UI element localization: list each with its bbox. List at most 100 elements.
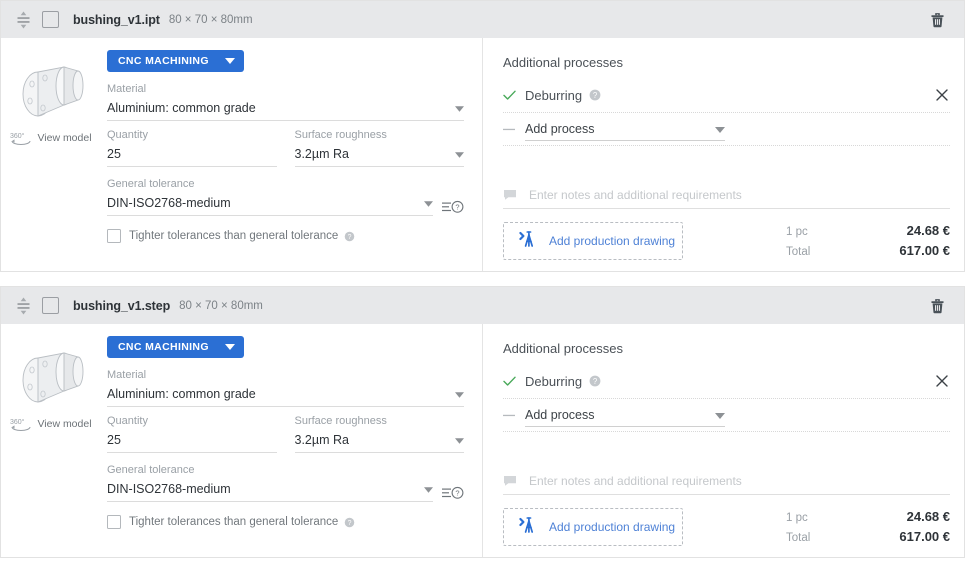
- part-form: CNC MACHINING Material Aluminium: common…: [101, 336, 482, 558]
- part-file-name: bushing_v1.ipt: [73, 13, 160, 27]
- add-production-drawing-button[interactable]: Add production drawing: [503, 222, 683, 260]
- additional-processes-pane: Additional processes Deburring ?: [483, 38, 964, 272]
- chevron-down-icon: [225, 341, 235, 353]
- part-card-body: 360° View model CNC MACHINING: [1, 324, 964, 558]
- part-configuration-pane: 360° View model CNC MACHINING: [1, 38, 483, 272]
- unit-price-row: 1 pc 24.68 €: [786, 223, 950, 243]
- part-configurator-list: bushing_v1.ipt 80 × 70 × 80mm: [0, 0, 965, 570]
- part-card-header: bushing_v1.ipt 80 × 70 × 80mm: [1, 1, 964, 38]
- unit-price-label: 1 pc: [786, 226, 878, 238]
- tighter-tolerances-checkbox[interactable]: [107, 515, 121, 529]
- notes-input[interactable]: Enter notes and additional requirements: [503, 181, 950, 209]
- material-field[interactable]: Material Aluminium: common grade: [107, 367, 464, 407]
- help-icon[interactable]: ?: [344, 517, 355, 528]
- view-model-button[interactable]: 360° View model: [10, 417, 91, 431]
- part-card-header: bushing_v1.step 80 × 70 × 80mm: [1, 287, 964, 324]
- tighter-tolerances-checkbox[interactable]: [107, 229, 121, 243]
- drafting-compass-icon: [517, 229, 537, 254]
- add-production-drawing-button[interactable]: Add production drawing: [503, 508, 683, 546]
- general-tolerance-field[interactable]: General tolerance DIN-ISO2768-medium: [107, 176, 433, 216]
- part-dimensions: 80 × 70 × 80mm: [169, 14, 253, 26]
- drafting-compass-icon: [517, 515, 537, 540]
- notes-input[interactable]: Enter notes and additional requirements: [503, 467, 950, 495]
- general-tolerance-label: General tolerance: [107, 462, 433, 478]
- close-icon[interactable]: [936, 89, 948, 101]
- close-icon[interactable]: [936, 375, 948, 387]
- check-icon: [503, 90, 521, 101]
- chevron-down-icon: [715, 120, 725, 138]
- material-label: Material: [107, 367, 464, 383]
- surface-roughness-field[interactable]: Surface roughness 3.2µm Ra: [295, 127, 465, 167]
- part-select-checkbox[interactable]: [42, 297, 59, 314]
- notes-placeholder: Enter notes and additional requirements: [529, 188, 742, 202]
- view-model-button[interactable]: 360° View model: [10, 131, 91, 145]
- help-icon[interactable]: ?: [589, 89, 601, 101]
- price-summary: 1 pc 24.68 € Total 617.00 €: [786, 508, 950, 549]
- general-tolerance-label: General tolerance: [107, 176, 433, 192]
- chevron-down-icon: [455, 106, 464, 112]
- material-value: Aluminium: common grade: [107, 97, 449, 120]
- tolerance-list-help-icon[interactable]: ?: [442, 200, 464, 214]
- part-configuration-pane: 360° View model CNC MACHINING: [1, 324, 483, 558]
- part-card: bushing_v1.ipt 80 × 70 × 80mm: [0, 0, 965, 272]
- 3d-part-thumbnail[interactable]: [12, 342, 90, 412]
- svg-text:?: ?: [348, 520, 352, 527]
- view-model-label: View model: [37, 418, 91, 430]
- view-model-label: View model: [37, 132, 91, 144]
- trash-icon[interactable]: [926, 9, 948, 31]
- technology-select[interactable]: CNC MACHINING: [107, 50, 244, 72]
- unit-price-value: 24.68 €: [878, 223, 950, 238]
- svg-text:360°: 360°: [10, 132, 25, 140]
- unit-price-value: 24.68 €: [878, 509, 950, 524]
- surface-roughness-field[interactable]: Surface roughness 3.2µm Ra: [295, 413, 465, 453]
- svg-text:?: ?: [455, 489, 459, 498]
- trash-icon[interactable]: [926, 295, 948, 317]
- svg-text:?: ?: [455, 203, 459, 212]
- technology-select[interactable]: CNC MACHINING: [107, 336, 244, 358]
- drag-updown-icon[interactable]: [13, 295, 33, 317]
- total-price-row: Total 617.00 €: [786, 243, 950, 263]
- notes-placeholder: Enter notes and additional requirements: [529, 474, 742, 488]
- tighter-tolerances-row[interactable]: Tighter tolerances than general toleranc…: [107, 515, 464, 529]
- additional-processes-title: Additional processes: [503, 55, 950, 70]
- surface-roughness-value: 3.2µm Ra: [295, 143, 450, 166]
- general-tolerance-value: DIN-ISO2768-medium: [107, 478, 418, 501]
- general-tolerance-field[interactable]: General tolerance DIN-ISO2768-medium: [107, 462, 433, 502]
- general-tolerance-value: DIN-ISO2768-medium: [107, 192, 418, 215]
- add-process-select[interactable]: Add process: [525, 404, 725, 427]
- tighter-tolerances-row[interactable]: Tighter tolerances than general toleranc…: [107, 229, 464, 243]
- comment-icon: [503, 475, 517, 487]
- help-icon[interactable]: ?: [589, 375, 601, 387]
- part-select-checkbox[interactable]: [42, 11, 59, 28]
- quantity-value: 25: [107, 143, 277, 166]
- part-dimensions: 80 × 70 × 80mm: [179, 300, 263, 312]
- minus-icon: [503, 414, 521, 417]
- chevron-down-icon: [455, 392, 464, 398]
- 3d-part-thumbnail[interactable]: [12, 56, 90, 126]
- chevron-down-icon: [225, 55, 235, 67]
- minus-icon: [503, 128, 521, 131]
- material-label: Material: [107, 81, 464, 97]
- check-icon: [503, 376, 521, 387]
- total-price-row: Total 617.00 €: [786, 529, 950, 549]
- quantity-label: Quantity: [107, 127, 277, 143]
- part-card: bushing_v1.step 80 × 70 × 80mm: [0, 286, 965, 558]
- tolerance-list-help-icon[interactable]: ?: [442, 486, 464, 500]
- chevron-down-icon: [455, 438, 464, 444]
- material-field[interactable]: Material Aluminium: common grade: [107, 81, 464, 121]
- drag-updown-icon[interactable]: [13, 9, 33, 31]
- additional-processes-title: Additional processes: [503, 341, 950, 356]
- quantity-field[interactable]: Quantity 25: [107, 127, 277, 167]
- chevron-down-icon: [715, 406, 725, 424]
- card-footer: Add production drawing 1 pc 24.68 € Tota…: [503, 222, 950, 263]
- tighter-tolerances-label: Tighter tolerances than general toleranc…: [129, 516, 338, 528]
- part-preview: 360° View model: [1, 50, 101, 272]
- additional-processes-pane: Additional processes Deburring ?: [483, 324, 964, 558]
- quantity-label: Quantity: [107, 413, 277, 429]
- process-name: Deburring: [525, 88, 582, 103]
- tighter-tolerances-label: Tighter tolerances than general toleranc…: [129, 230, 338, 242]
- help-icon[interactable]: ?: [344, 231, 355, 242]
- quantity-value: 25: [107, 429, 277, 452]
- quantity-field[interactable]: Quantity 25: [107, 413, 277, 453]
- add-process-select[interactable]: Add process: [525, 118, 725, 141]
